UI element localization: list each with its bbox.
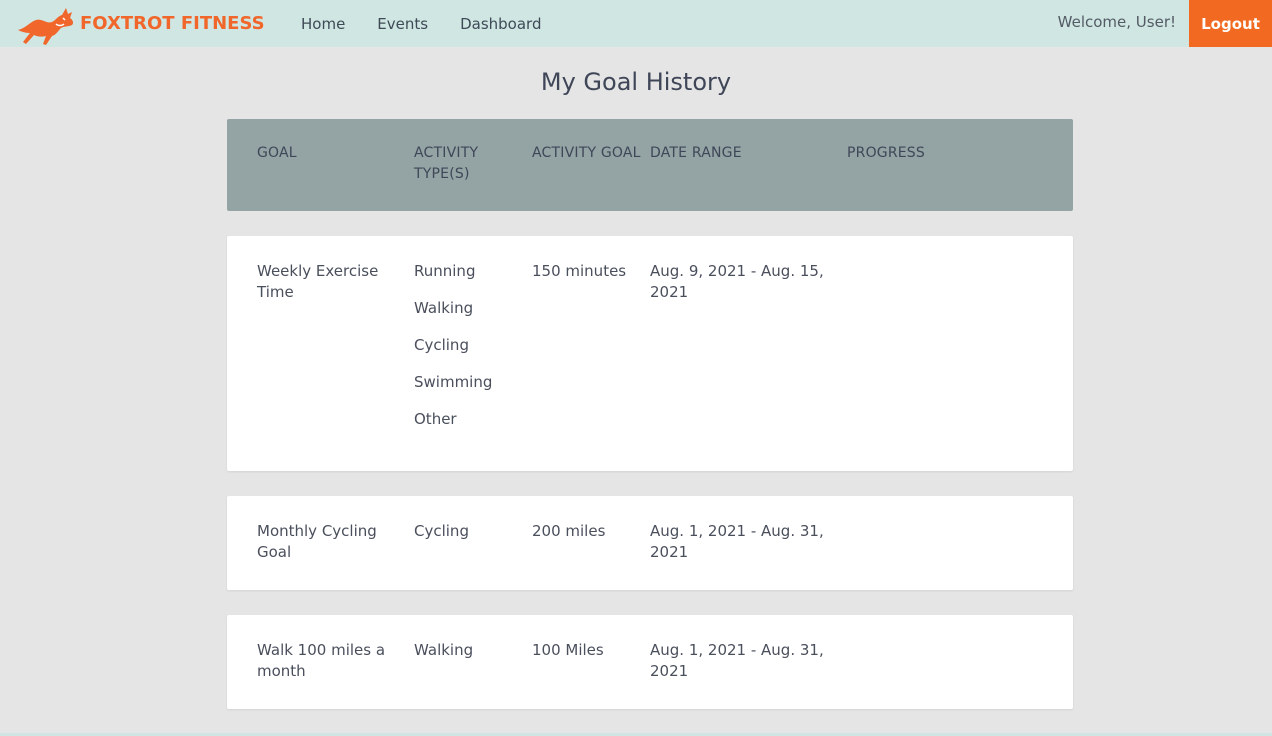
goal-name: Monthly Cycling Goal [257,522,377,561]
date-range: Aug. 9, 2021 - Aug. 15, 2021 [650,262,824,301]
activity-goal: 100 Miles [532,641,604,659]
activity-type: Swimming [414,373,493,391]
header-activity-goal: ACTIVITY GOAL [532,145,641,161]
goal-row: Walk 100 miles a month Walking 100 Miles… [227,615,1073,709]
brand-name: FOXTROT FITNESS [80,13,265,34]
nav-events-link[interactable]: Events [377,15,428,33]
activity-type: Walking [414,299,474,317]
activity-types: Walking [414,640,524,661]
header-activity-types-line1: ACTIVITY [414,145,479,161]
logout-button[interactable]: Logout [1189,0,1272,47]
activity-types: Running Walking Cycling Swimming Other [414,261,524,430]
activity-goal: 200 miles [532,522,606,540]
header-activity-types: ACTIVITY TYPE(S) [414,143,524,185]
nav-links: Home Events Dashboard [301,0,573,47]
header-progress: PROGRESS [847,145,925,161]
activity-goal: 150 minutes [532,262,627,280]
welcome-text: Welcome, User! [1057,13,1176,31]
goal-name: Walk 100 miles a month [257,641,386,680]
activity-type: Other [414,410,457,428]
brand-link[interactable]: FOXTROT FITNESS [16,0,265,47]
activity-type: Cycling [414,522,469,540]
activity-type: Running [414,262,476,280]
activity-types: Cycling [414,521,524,542]
header-activity-types-line2: TYPE(S) [414,166,470,182]
goal-name: Weekly Exercise Time [257,262,379,301]
navbar: FOXTROT FITNESS Home Events Dashboard We… [0,0,1272,47]
table-header: GOAL ACTIVITY TYPE(S) ACTIVITY GOAL DATE… [227,119,1073,211]
activity-type: Cycling [414,336,469,354]
header-goal: GOAL [257,145,297,161]
goal-row: Monthly Cycling Goal Cycling 200 miles A… [227,496,1073,590]
nav-home-link[interactable]: Home [301,15,345,33]
date-range: Aug. 1, 2021 - Aug. 31, 2021 [650,522,824,561]
fox-logo-icon [16,0,78,47]
activity-type: Walking [414,641,474,659]
nav-dashboard-link[interactable]: Dashboard [460,15,541,33]
page-title: My Goal History [540,68,732,96]
goal-row: Weekly Exercise Time Running Walking Cyc… [227,236,1073,471]
date-range: Aug. 1, 2021 - Aug. 31, 2021 [650,641,824,680]
header-date-range: DATE RANGE [650,145,742,161]
